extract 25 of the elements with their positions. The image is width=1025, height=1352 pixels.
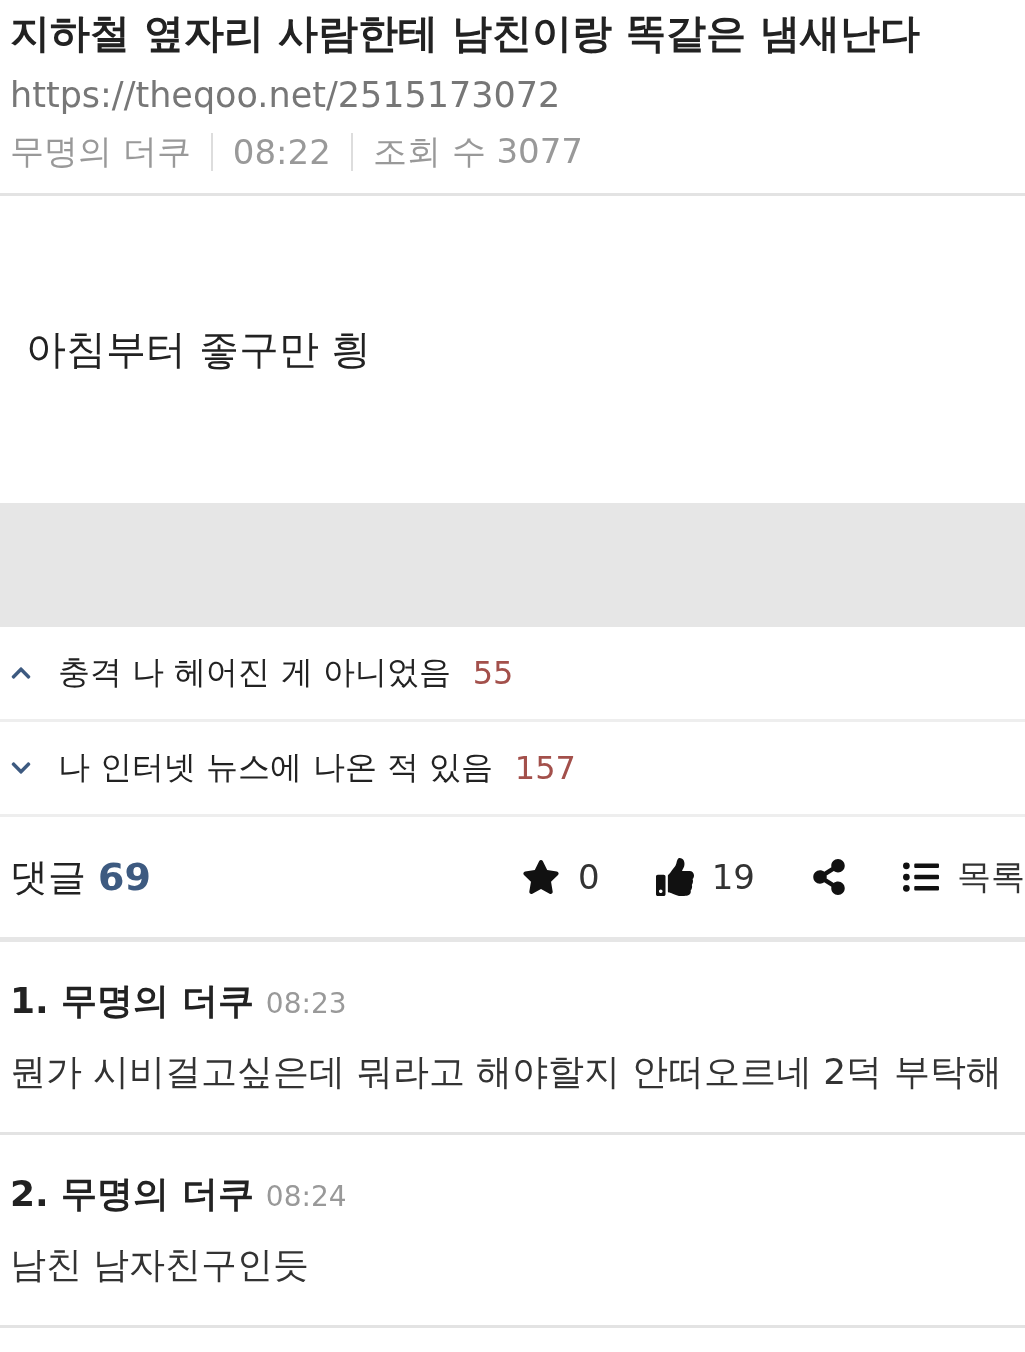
- comment-author: 1. 무명의 더쿠: [10, 979, 254, 1023]
- list-link[interactable]: 목록: [957, 854, 1025, 900]
- comment-time: 08:24: [265, 1180, 347, 1213]
- star-icon[interactable]: [522, 858, 561, 896]
- post-link[interactable]: 나 인터넷 뉴스에 나온 적 있음: [58, 746, 493, 790]
- comment-time: 08:23: [265, 987, 347, 1020]
- post-body: 아침부터 좋구만 힁: [26, 325, 372, 374]
- post-time: 08:22: [232, 132, 331, 172]
- comment-text: 남친 남자친구인듯: [10, 1243, 311, 1287]
- thumbs-up-icon[interactable]: [655, 858, 694, 896]
- author-name: 무명의 더쿠: [10, 130, 191, 173]
- comment-count: 55: [472, 654, 514, 692]
- post-link[interactable]: 충격 나 헤어진 게 아니었음: [58, 651, 451, 695]
- comment-count: 157: [514, 749, 576, 787]
- post-title: 지하철 옆자리 사람한테 남친이랑 똑같은 냄새난다: [10, 9, 921, 58]
- comments-count: 69: [98, 855, 151, 899]
- share-icon[interactable]: [811, 859, 847, 895]
- like-count: 19: [711, 857, 755, 897]
- comments-label: 댓글: [10, 853, 86, 901]
- comment-author: 2. 무명의 더쿠: [10, 1172, 254, 1216]
- view-count: 조회 수 3077: [372, 130, 583, 173]
- list-icon[interactable]: [903, 859, 939, 895]
- post-url[interactable]: https://theqoo.net/2515173072: [10, 75, 1015, 115]
- star-count: 0: [578, 857, 600, 897]
- comment-text: 뭔가 시비걸고싶은데 뭐라고 해야할지 안떠오르네 2덕 부탁해: [10, 1050, 1003, 1094]
